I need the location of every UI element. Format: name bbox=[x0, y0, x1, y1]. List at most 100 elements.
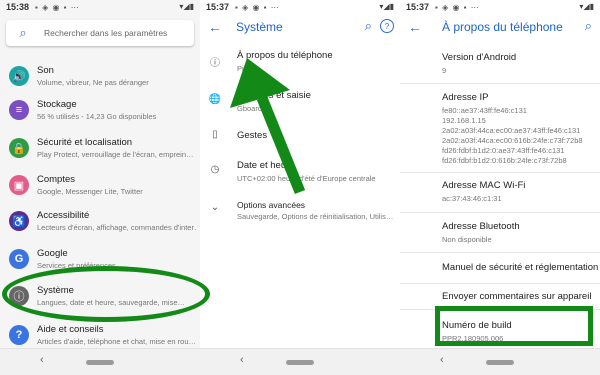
item-title: Son bbox=[37, 65, 54, 76]
globe-icon: 🌐 bbox=[208, 94, 222, 105]
navigation-bar: ‹ bbox=[400, 348, 600, 375]
item-title: Langues et saisie bbox=[237, 90, 311, 101]
highlight-ellipse bbox=[2, 266, 210, 322]
item-subtitle: UTC+02:00 heure d'été d'Europe centrale bbox=[237, 174, 376, 183]
status-bar: 15:37 ▪ ◈ ◉ ▪ ⋯ ▾◢▮ bbox=[400, 0, 600, 14]
info-icon: ⓘ bbox=[210, 58, 220, 69]
search-bar[interactable]: ⌕ Rechercher dans les paramètres bbox=[6, 20, 194, 46]
about-item-android-version[interactable]: Version d'Android 9 bbox=[442, 52, 598, 76]
item-value: 9 bbox=[442, 66, 447, 75]
item-subtitle: Gboard bbox=[237, 104, 263, 113]
app-bar: ← À propos du téléphone ⌕ bbox=[400, 14, 600, 40]
status-right-icons: ▾◢▮ bbox=[379, 2, 394, 11]
item-title: À propos du téléphone bbox=[237, 50, 333, 61]
search-icon[interactable]: ⌕ bbox=[365, 18, 372, 34]
navigation-bar: ‹ bbox=[0, 348, 200, 375]
status-right-icons: ▾◢▮ bbox=[179, 2, 194, 11]
item-title: Aide et conseils bbox=[37, 324, 104, 335]
item-subtitle: Articles d'aide, téléphone et chat, mise… bbox=[37, 337, 197, 346]
status-bar: 15:37 ▪ ◈ ◉ ▪ ⋯ ▾◢▮ bbox=[200, 0, 400, 14]
item-subtitle: 56 % utilisés - 14,23 Go disponibles bbox=[37, 112, 157, 121]
item-title: Sécurité et localisation bbox=[37, 137, 133, 148]
help-icon: ? bbox=[9, 325, 29, 345]
item-subtitle: Play Protect, verrouillage de l'écran, e… bbox=[37, 150, 194, 159]
divider bbox=[400, 172, 600, 173]
settings-item-comptes[interactable]: ▣ Comptes Google, Messenger Lite, Twitte… bbox=[0, 169, 200, 205]
settings-item-stockage[interactable]: ≡ Stockage 56 % utilisés - 14,23 Go disp… bbox=[0, 94, 200, 130]
item-title: Accessibilité bbox=[37, 210, 90, 221]
status-bar: 15:38 ▪ ◈ ◉ ▪ ⋯ ▾◢▮ bbox=[0, 0, 200, 14]
item-title: Adresse Bluetooth bbox=[442, 221, 520, 232]
page-title: À propos du téléphone bbox=[442, 20, 563, 34]
system-item-languages[interactable]: 🌐 Langues et saisie Gboard bbox=[200, 84, 400, 120]
item-title: Adresse IP bbox=[442, 92, 489, 103]
system-item-about[interactable]: ⓘ À propos du téléphone Pixel bbox=[200, 44, 400, 80]
chevron-down-icon: ⌄ bbox=[210, 202, 220, 213]
item-title: Envoyer commentaires sur appareil bbox=[442, 291, 592, 302]
item-subtitle: Sauvegarde, Options de réinitialisation,… bbox=[237, 212, 394, 221]
google-icon: G bbox=[9, 249, 29, 269]
item-subtitle: Lecteurs d'écran, affichage, commandes d… bbox=[37, 223, 197, 232]
nav-back-icon[interactable]: ‹ bbox=[240, 354, 244, 366]
about-item-wifi-mac[interactable]: Adresse MAC Wi-Fi ac:37:43:46:c1:31 bbox=[442, 180, 598, 204]
about-item-ip-address[interactable]: Adresse IP fe80::ae37:43ff:fe46:c131 192… bbox=[442, 92, 598, 166]
item-title: Comptes bbox=[37, 174, 76, 185]
search-placeholder: Rechercher dans les paramètres bbox=[44, 28, 168, 38]
settings-item-accessibilite[interactable]: ♿ Accessibilité Lecteurs d'écran, affich… bbox=[0, 205, 200, 241]
help-icon[interactable]: ? bbox=[380, 19, 394, 33]
divider bbox=[400, 83, 600, 84]
navigation-bar: ‹ bbox=[200, 348, 400, 375]
item-title: Options avancées bbox=[237, 200, 306, 210]
notification-icons: ▪ ◈ ◉ ▪ ⋯ bbox=[35, 2, 80, 12]
item-title: Google bbox=[37, 248, 68, 259]
status-time: 15:37 bbox=[406, 2, 430, 12]
back-arrow-icon[interactable]: ← bbox=[208, 19, 222, 35]
settings-item-securite[interactable]: 🔒 Sécurité et localisation Play Protect,… bbox=[0, 132, 200, 168]
item-value: ac:37:43:46:c1:31 bbox=[442, 194, 502, 203]
storage-icon: ≡ bbox=[9, 100, 29, 120]
volume-icon: 🔊 bbox=[9, 66, 29, 86]
notification-icons: ▪ ◈ ◉ ▪ ⋯ bbox=[435, 2, 480, 12]
nav-back-icon[interactable]: ‹ bbox=[440, 354, 444, 366]
nav-back-icon[interactable]: ‹ bbox=[40, 354, 44, 366]
item-title: Stockage bbox=[37, 99, 77, 110]
status-right-icons: ▾◢▮ bbox=[579, 2, 594, 11]
system-item-datetime[interactable]: ◷ Date et heure UTC+02:00 heure d'été d'… bbox=[200, 154, 400, 190]
about-item-send-feedback[interactable]: Envoyer commentaires sur appareil bbox=[442, 291, 598, 302]
item-title: Adresse MAC Wi-Fi bbox=[442, 180, 526, 191]
system-item-advanced[interactable]: ⌄ Options avancées Sauvegarde, Options d… bbox=[200, 194, 400, 230]
search-icon: ⌕ bbox=[19, 25, 27, 40]
phone-gesture-icon: ▯ bbox=[212, 129, 218, 140]
nav-home-pill[interactable] bbox=[486, 360, 514, 365]
page-title: Système bbox=[236, 20, 283, 34]
divider bbox=[400, 283, 600, 284]
nav-home-pill[interactable] bbox=[286, 360, 314, 365]
system-item-gestures[interactable]: ▯ Gestes bbox=[200, 124, 400, 150]
app-bar: ← Système ⌕ ? bbox=[200, 14, 400, 40]
item-subtitle: Volume, vibreur, Ne pas déranger bbox=[37, 78, 149, 87]
search-icon[interactable]: ⌕ bbox=[585, 18, 592, 34]
item-subtitle: Google, Messenger Lite, Twitter bbox=[37, 187, 143, 196]
account-icon: ▣ bbox=[9, 175, 29, 195]
item-title: Date et heure bbox=[237, 160, 295, 171]
status-time: 15:38 bbox=[6, 2, 30, 12]
item-title: Version d'Android bbox=[442, 52, 517, 63]
lock-icon: 🔒 bbox=[9, 138, 29, 158]
divider bbox=[400, 252, 600, 253]
item-title: Gestes bbox=[237, 130, 268, 141]
back-arrow-icon[interactable]: ← bbox=[408, 19, 422, 35]
highlight-rectangle bbox=[435, 306, 593, 346]
item-value: fe80::ae37:43ff:fe46:c131 192.168.1.15 2… bbox=[442, 106, 583, 165]
item-subtitle: Pixel bbox=[237, 64, 254, 73]
system-panel: 15:37 ▪ ◈ ◉ ▪ ⋯ ▾◢▮ ← Système ⌕ ? ⓘ À pr… bbox=[200, 0, 400, 375]
about-item-safety-manual[interactable]: Manuel de sécurité et réglementation bbox=[442, 262, 598, 273]
about-item-bluetooth[interactable]: Adresse Bluetooth Non disponible bbox=[442, 221, 598, 245]
item-value: Non disponible bbox=[442, 235, 492, 244]
clock-icon: ◷ bbox=[210, 164, 220, 175]
divider bbox=[400, 212, 600, 213]
item-title: Manuel de sécurité et réglementation bbox=[442, 262, 599, 273]
status-time: 15:37 bbox=[206, 2, 230, 12]
notification-icons: ▪ ◈ ◉ ▪ ⋯ bbox=[235, 2, 280, 12]
settings-item-son[interactable]: 🔊 Son Volume, vibreur, Ne pas déranger bbox=[0, 60, 200, 96]
nav-home-pill[interactable] bbox=[86, 360, 114, 365]
